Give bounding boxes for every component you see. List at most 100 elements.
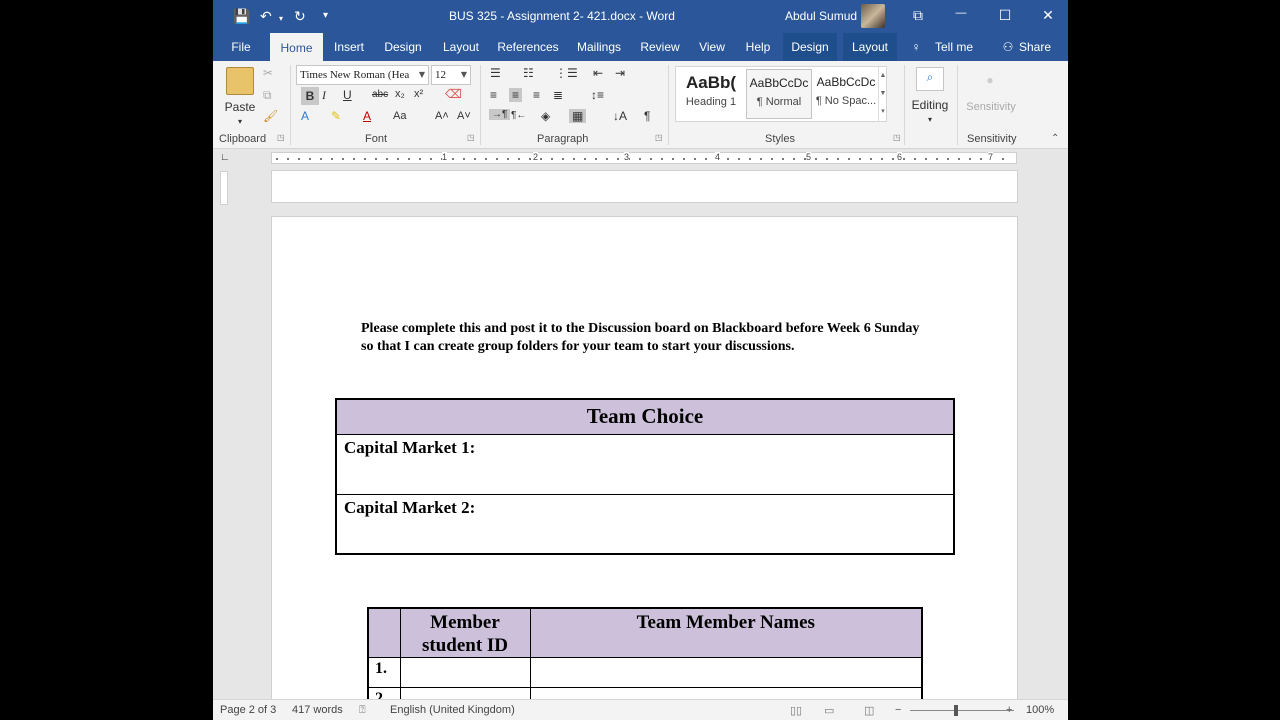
zoom-level[interactable]: 100% <box>1026 704 1054 716</box>
avatar[interactable] <box>861 4 885 28</box>
sensitivity-button[interactable]: Sensitivity <box>961 98 1021 116</box>
underline-button[interactable]: U <box>343 88 352 102</box>
language[interactable]: English (United Kingdom) <box>390 704 515 716</box>
bullets-icon[interactable]: ☰ <box>490 66 501 80</box>
grow-font-button[interactable]: A˄ <box>435 110 449 122</box>
style-no-spacing[interactable]: AaBbCcDc ¶ No Spac... <box>813 69 879 119</box>
rtl-icon[interactable]: ¶← <box>511 110 526 121</box>
member-name-cell[interactable] <box>529 687 923 699</box>
row-number[interactable]: 1. <box>367 657 401 688</box>
tab-table-layout[interactable]: Layout <box>843 33 897 61</box>
tab-layout[interactable]: Layout <box>439 33 483 61</box>
tab-insert[interactable]: Insert <box>330 33 368 61</box>
paste-dropdown-icon[interactable]: ▾ <box>232 113 248 131</box>
font-color-icon[interactable]: A <box>363 109 371 123</box>
tab-home[interactable]: Home <box>270 33 323 61</box>
text-effects-icon[interactable]: A <box>301 109 309 123</box>
close-button[interactable]: ✕ <box>1038 7 1058 24</box>
align-right-icon[interactable]: ≡ <box>533 88 540 102</box>
tab-help[interactable]: Help <box>742 33 774 61</box>
highlight-icon[interactable]: ✎ <box>331 109 341 123</box>
decrease-indent-icon[interactable]: ⇤ <box>593 66 603 80</box>
tell-me-search[interactable]: Tell me <box>931 33 977 61</box>
style-normal[interactable]: AaBbCcDc ¶ Normal <box>746 69 812 119</box>
numbering-icon[interactable]: ☷ <box>523 66 534 80</box>
capital-market-2-cell[interactable]: Capital Market 2: <box>336 494 954 554</box>
ltr-icon[interactable]: →¶ <box>489 109 511 120</box>
ribbon-display-options-icon[interactable]: ⧉ <box>908 7 928 24</box>
word-count[interactable]: 417 words <box>292 704 343 716</box>
font-launcher-icon[interactable]: ◳ <box>467 133 475 142</box>
member-name-cell[interactable] <box>529 657 923 688</box>
zoom-slider[interactable] <box>910 710 1014 711</box>
justify-icon[interactable]: ≣ <box>553 88 563 102</box>
superscript-button[interactable]: x² <box>414 88 423 100</box>
bold-button[interactable]: B <box>301 87 319 105</box>
row-number[interactable]: 2. <box>367 687 401 699</box>
tab-table-design[interactable]: Design <box>783 33 837 61</box>
undo-icon[interactable]: ↶ <box>260 8 272 24</box>
save-icon[interactable]: 💾 <box>233 8 250 24</box>
align-left-icon[interactable]: ≡ <box>490 88 497 102</box>
clipboard-launcher-icon[interactable]: ◳ <box>277 133 285 142</box>
read-mode-icon[interactable]: ▯▯ <box>790 704 802 717</box>
editing-dropdown-icon[interactable]: ▾ <box>923 111 937 129</box>
customize-toolbar-icon[interactable]: ▾ <box>323 8 328 24</box>
styles-launcher-icon[interactable]: ◳ <box>893 133 901 142</box>
zoom-out-icon[interactable]: − <box>895 704 901 716</box>
tab-file[interactable]: File <box>223 33 259 61</box>
number-column-header[interactable] <box>367 607 401 658</box>
cut-icon[interactable]: ✂ <box>263 66 273 80</box>
clear-formatting-icon[interactable]: ⌫ <box>445 87 462 101</box>
team-members-table[interactable]: Member student ID Team Member Names 1. 2… <box>367 607 923 699</box>
change-case-button[interactable]: Aa <box>393 110 406 122</box>
share-button[interactable]: Share <box>1017 33 1053 61</box>
style-heading-1[interactable]: AaBb( Heading 1 <box>678 69 744 119</box>
member-names-header[interactable]: Team Member Names <box>529 607 923 658</box>
tab-selector-icon[interactable]: ∟ <box>220 152 230 163</box>
print-layout-icon[interactable]: ▭ <box>824 704 834 717</box>
proofing-icon[interactable]: ⍰ <box>359 704 366 717</box>
document-page[interactable]: Please complete this and post it to the … <box>271 216 1018 699</box>
shrink-font-button[interactable]: A˅ <box>457 110 471 122</box>
user-name[interactable]: Abdul Sumud <box>785 9 857 23</box>
web-layout-icon[interactable]: ◫ <box>864 704 874 717</box>
team-choice-header[interactable]: Team Choice <box>336 399 954 435</box>
vertical-ruler[interactable] <box>220 171 228 205</box>
paragraph-launcher-icon[interactable]: ◳ <box>655 133 663 142</box>
member-id-cell[interactable] <box>399 657 531 688</box>
page-count[interactable]: Page 2 of 3 <box>220 704 276 716</box>
subscript-button[interactable]: x₂ <box>395 88 405 100</box>
italic-button[interactable]: I <box>322 88 326 103</box>
tab-references[interactable]: References <box>496 33 560 61</box>
capital-market-1-cell[interactable]: Capital Market 1: <box>336 434 954 495</box>
format-painter-icon[interactable]: 🖌 <box>263 109 278 123</box>
undo-dropdown-icon[interactable]: ▾ <box>279 11 283 27</box>
horizontal-ruler[interactable]: 1 2 3 4 5 6 7 <box>271 152 1017 164</box>
styles-scroll[interactable]: ▲ ▼ ▾ <box>878 67 887 121</box>
multilevel-list-icon[interactable]: ⋮☰ <box>555 66 578 80</box>
team-choice-table[interactable]: Team Choice Capital Market 1: Capital Ma… <box>335 398 955 555</box>
zoom-slider-thumb[interactable] <box>954 705 958 716</box>
tab-review[interactable]: Review <box>638 33 682 61</box>
line-spacing-icon[interactable]: ↕≡ <box>591 88 604 102</box>
increase-indent-icon[interactable]: ⇥ <box>615 66 625 80</box>
tab-mailings[interactable]: Mailings <box>572 33 626 61</box>
shading-icon[interactable]: ◈ <box>541 109 550 123</box>
minimize-button[interactable]: — <box>951 7 971 19</box>
maximize-button[interactable]: ☐ <box>995 7 1015 24</box>
copy-icon[interactable]: ⧉ <box>263 88 272 103</box>
borders-icon[interactable]: ▦ <box>569 109 587 123</box>
align-center-icon[interactable]: ≡ <box>509 88 523 102</box>
font-name-combo[interactable]: Times New Roman (Hea ▼ <box>296 65 429 85</box>
font-size-combo[interactable]: 12 ▼ <box>431 65 471 85</box>
show-marks-button[interactable]: ¶ <box>644 109 650 123</box>
tab-design[interactable]: Design <box>380 33 426 61</box>
zoom-in-icon[interactable]: + <box>1006 704 1012 716</box>
tab-view[interactable]: View <box>694 33 730 61</box>
intro-paragraph[interactable]: Please complete this and post it to the … <box>361 320 931 356</box>
member-id-header[interactable]: Member student ID <box>399 607 531 658</box>
redo-icon[interactable]: ↻ <box>294 8 306 24</box>
strikethrough-button[interactable]: abc <box>372 89 388 100</box>
sort-icon[interactable]: ↓A <box>613 109 627 123</box>
